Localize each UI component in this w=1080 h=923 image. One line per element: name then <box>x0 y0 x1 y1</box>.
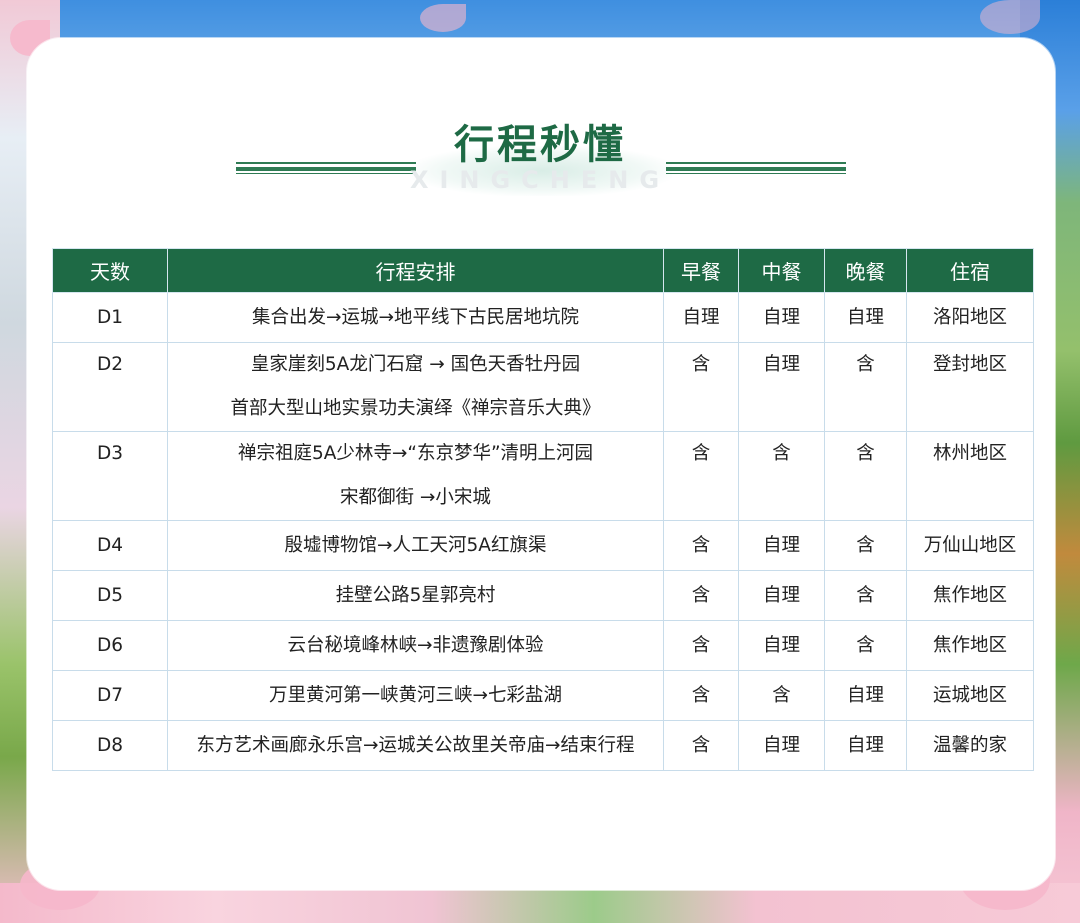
lunch-cell: 含 <box>738 431 825 521</box>
col-header-plan: 行程安排 <box>167 248 664 293</box>
stay-cell: 焦作地区 <box>906 570 1034 621</box>
table-row: D8 东方艺术画廊永乐宫→运城关公故里关帝庙→结束行程 含 自理 自理 温馨的家 <box>52 720 1034 771</box>
dinner-cell: 含 <box>824 570 907 621</box>
lunch-cell: 自理 <box>738 620 825 671</box>
stay-cell: 林州地区 <box>906 431 1034 521</box>
col-header-lunch: 中餐 <box>738 248 825 293</box>
itinerary-table: 天数 行程安排 早餐 中餐 晚餐 住宿 D1 集合出发→运城→地平线下古民居地坑… <box>52 248 1034 771</box>
page-title: 行程秒懂 <box>454 122 626 168</box>
plan-cell: 皇家崖刻5A龙门石窟 → 国色天香牡丹园 首部大型山地实景功夫演绎《禅宗音乐大典… <box>167 342 664 432</box>
plan-cell: 东方艺术画廊永乐宫→运城关公故里关帝庙→结束行程 <box>167 720 664 771</box>
table-header-row: 天数 行程安排 早餐 中餐 晚餐 住宿 <box>52 248 1034 293</box>
col-header-dinner: 晚餐 <box>824 248 907 293</box>
breakfast-cell: 含 <box>663 342 739 432</box>
stay-cell: 登封地区 <box>906 342 1034 432</box>
day-cell: D7 <box>52 670 168 721</box>
plan-cell: 禅宗祖庭5A少林寺→“东京梦华”清明上河园 宋都御街 →小宋城 <box>167 431 664 521</box>
plan-line: 皇家崖刻5A龙门石窟 → 国色天香牡丹园 <box>250 354 581 375</box>
day-cell: D2 <box>52 342 168 432</box>
lunch-cell: 自理 <box>738 720 825 771</box>
table-row: D6 云台秘境峰林峡→非遗豫剧体验 含 自理 含 焦作地区 <box>52 620 1034 671</box>
lunch-cell: 自理 <box>738 292 825 343</box>
col-header-stay: 住宿 <box>906 248 1034 293</box>
petal-decoration <box>420 4 466 32</box>
lunch-cell: 含 <box>738 670 825 721</box>
day-cell: D5 <box>52 570 168 621</box>
plan-cell: 挂壁公路5星郭亮村 <box>167 570 664 621</box>
dinner-cell: 含 <box>824 342 907 432</box>
plan-line: 宋都御街 →小宋城 <box>340 487 491 508</box>
dinner-cell: 自理 <box>824 720 907 771</box>
table-row: D5 挂壁公路5星郭亮村 含 自理 含 焦作地区 <box>52 570 1034 621</box>
dinner-cell: 自理 <box>824 292 907 343</box>
plan-cell: 云台秘境峰林峡→非遗豫剧体验 <box>167 620 664 671</box>
lunch-cell: 自理 <box>738 570 825 621</box>
table-row: D4 殷墟博物馆→人工天河5A红旗渠 含 自理 含 万仙山地区 <box>52 520 1034 571</box>
stay-cell: 万仙山地区 <box>906 520 1034 571</box>
plan-cell: 殷墟博物馆→人工天河5A红旗渠 <box>167 520 664 571</box>
stay-cell: 温馨的家 <box>906 720 1034 771</box>
plan-cell: 集合出发→运城→地平线下古民居地坑院 <box>167 292 664 343</box>
plan-cell: 万里黄河第一峡黄河三峡→七彩盐湖 <box>167 670 664 721</box>
table-row: D3 禅宗祖庭5A少林寺→“东京梦华”清明上河园 宋都御街 →小宋城 含 含 含… <box>52 431 1034 521</box>
breakfast-cell: 自理 <box>663 292 739 343</box>
breakfast-cell: 含 <box>663 431 739 521</box>
stay-cell: 焦作地区 <box>906 620 1034 671</box>
dinner-cell: 含 <box>824 431 907 521</box>
plan-line: 首部大型山地实景功夫演绎《禅宗音乐大典》 <box>230 398 601 419</box>
day-cell: D4 <box>52 520 168 571</box>
plan-line: 禅宗祖庭5A少林寺→“东京梦华”清明上河园 <box>237 443 594 464</box>
day-cell: D6 <box>52 620 168 671</box>
stay-cell: 洛阳地区 <box>906 292 1034 343</box>
table-row: D2 皇家崖刻5A龙门石窟 → 国色天香牡丹园 首部大型山地实景功夫演绎《禅宗音… <box>52 342 1034 432</box>
petal-decoration <box>980 0 1040 34</box>
dinner-cell: 自理 <box>824 670 907 721</box>
day-cell: D3 <box>52 431 168 521</box>
stay-cell: 运城地区 <box>906 670 1034 721</box>
page-subtitle: XINGCHENG <box>409 166 671 194</box>
day-cell: D1 <box>52 292 168 343</box>
day-cell: D8 <box>52 720 168 771</box>
dinner-cell: 含 <box>824 620 907 671</box>
lunch-cell: 自理 <box>738 342 825 432</box>
dinner-cell: 含 <box>824 520 907 571</box>
breakfast-cell: 含 <box>663 670 739 721</box>
table-row: D7 万里黄河第一峡黄河三峡→七彩盐湖 含 含 自理 运城地区 <box>52 670 1034 721</box>
col-header-breakfast: 早餐 <box>663 248 739 293</box>
breakfast-cell: 含 <box>663 520 739 571</box>
lunch-cell: 自理 <box>738 520 825 571</box>
table-row: D1 集合出发→运城→地平线下古民居地坑院 自理 自理 自理 洛阳地区 <box>52 292 1034 343</box>
col-header-day: 天数 <box>52 248 168 293</box>
breakfast-cell: 含 <box>663 720 739 771</box>
breakfast-cell: 含 <box>663 620 739 671</box>
breakfast-cell: 含 <box>663 570 739 621</box>
